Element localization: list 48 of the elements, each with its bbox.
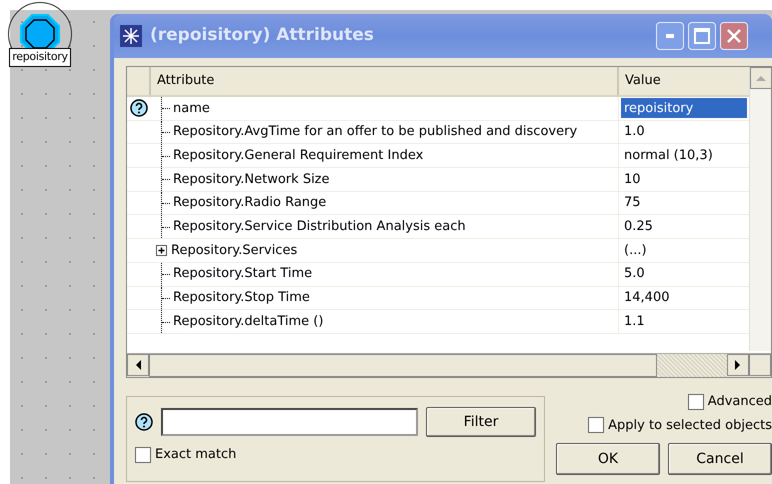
filter-button[interactable]: Filter xyxy=(426,407,536,437)
minimize-icon xyxy=(666,34,674,38)
left-arrow-icon xyxy=(135,360,141,370)
checkbox[interactable] xyxy=(135,446,151,463)
attribute-name: name xyxy=(173,100,210,118)
filter-field[interactable] xyxy=(161,408,418,436)
value-cell[interactable]: 75 xyxy=(621,193,747,214)
value-cell[interactable]: 1.0 xyxy=(621,122,747,142)
value-cell[interactable]: normal (10,3) xyxy=(621,146,747,166)
app-icon xyxy=(120,25,142,47)
attribute-name: Repository.deltaTime () xyxy=(173,312,324,331)
attribute-name: Repository.Start Time xyxy=(173,265,312,284)
value-cell[interactable]: repoisitory xyxy=(621,98,747,118)
minimize-button[interactable] xyxy=(656,22,684,50)
value-cell[interactable]: 1.1 xyxy=(621,312,747,332)
cancel-button[interactable]: Cancel xyxy=(668,443,772,475)
attribute-name: Repository.Network Size xyxy=(173,170,330,189)
attribute-name: Repository.Radio Range xyxy=(173,194,326,212)
value-cell[interactable]: 10 xyxy=(621,169,747,190)
help-icon xyxy=(135,413,153,431)
attribute-name: Repository.Service Distribution Analysis each xyxy=(173,218,466,236)
checkbox[interactable] xyxy=(688,394,704,410)
value-cell[interactable]: 14,400 xyxy=(621,288,747,308)
expand-icon xyxy=(156,244,167,256)
attribute-name: Repository.General Requirement Index xyxy=(173,146,424,165)
checkbox-label: Apply to selected objects xyxy=(608,416,772,434)
checkbox-label: Exact match xyxy=(155,446,236,464)
window-title: (repoisitory) Attributes xyxy=(150,24,375,48)
maximize-icon xyxy=(694,28,710,44)
attribute-name: Repository.Services xyxy=(171,242,298,260)
column-header[interactable]: Value xyxy=(619,67,747,95)
up-arrow-icon xyxy=(756,75,766,81)
value-cell[interactable]: 5.0 xyxy=(621,264,747,284)
ok-button[interactable]: OK xyxy=(556,443,660,475)
value-cell[interactable]: 0.25 xyxy=(621,216,747,237)
checkbox[interactable] xyxy=(588,417,604,434)
attribute-name: Repository.AvgTime for an offer to be published and discovery xyxy=(173,123,578,142)
column-header[interactable]: Attribute xyxy=(151,67,619,95)
checkbox-label: Advanced xyxy=(708,393,772,411)
value-cell[interactable]: (...) xyxy=(621,240,747,260)
right-arrow-icon xyxy=(735,360,741,370)
horizontal-scrollbar[interactable] xyxy=(127,353,771,377)
vertical-scrollbar[interactable] xyxy=(749,67,771,351)
close-button[interactable] xyxy=(720,22,748,50)
node-label: repoisitory xyxy=(9,48,71,66)
attribute-name: Repository.Stop Time xyxy=(173,289,310,308)
close-icon xyxy=(726,28,742,44)
maximize-button[interactable] xyxy=(688,22,716,50)
